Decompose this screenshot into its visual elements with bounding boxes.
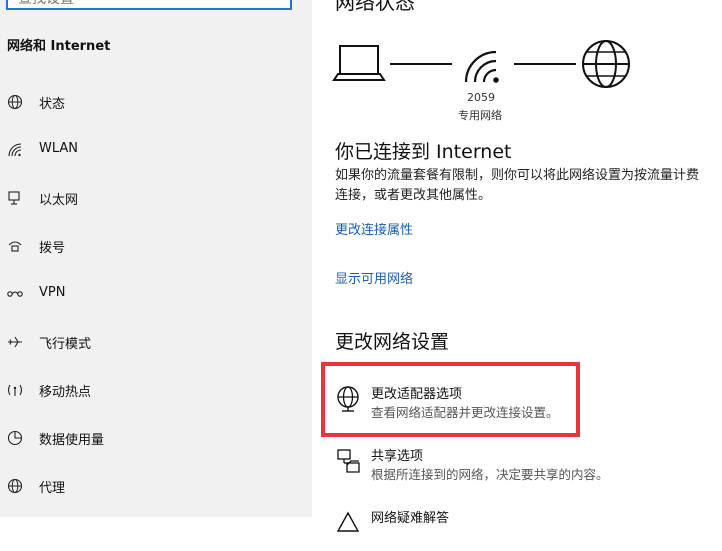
wifi-signal-icon [464, 50, 499, 83]
sharing-options[interactable]: 共享选项 根据所连接到的网络，决定要共享的内容。 [330, 445, 720, 489]
sidebar: 查找设置 网络和 Internet 状态 WLAN 以太网 [0, 0, 312, 517]
wifi-icon [8, 143, 22, 157]
vpn-icon [7, 291, 23, 297]
sidebar-item-proxy[interactable]: 代理 [0, 468, 312, 504]
sidebar-item-vpn[interactable]: VPN [0, 276, 312, 312]
connection-status-title: 你已连接到 Internet [335, 141, 512, 163]
ethernet-icon [8, 191, 20, 205]
connection-description: 连接，或者更改其他属性。 [335, 188, 492, 203]
highlight-box [321, 362, 580, 437]
hotspot-icon [7, 384, 23, 396]
sidebar-item-data-usage[interactable]: 数据使用量 [0, 420, 312, 456]
sidebar-item-label: 以太网 [39, 193, 79, 208]
section-title: 网络和 Internet [7, 39, 111, 54]
network-troubleshooter[interactable]: 网络疑难解答 [330, 507, 720, 551]
sharing-icon [337, 449, 360, 473]
page-title: 网络状态 [335, 0, 415, 14]
sidebar-item-dialup[interactable]: 拨号 [0, 228, 312, 264]
sidebar-item-ethernet[interactable]: 以太网 [0, 180, 312, 216]
network-type: 专用网络 [458, 109, 502, 122]
change-network-settings-title: 更改网络设置 [335, 331, 450, 353]
data-usage-icon [7, 430, 23, 446]
globe-icon [7, 478, 23, 494]
sidebar-item-label: 飞行模式 [39, 337, 92, 352]
search-placeholder: 查找设置 [18, 0, 74, 8]
sidebar-item-status[interactable]: 状态 [0, 84, 312, 120]
connection-description: 如果你的流量套餐有限制，则你可以将此网络设置为按流量计费 [335, 168, 700, 183]
troubleshoot-icon [336, 511, 360, 532]
option-title: 共享选项 [371, 449, 424, 464]
sidebar-item-wlan[interactable]: WLAN [0, 132, 312, 168]
search-input[interactable]: 查找设置 [6, 0, 292, 10]
network-id: 2059 [467, 91, 495, 104]
laptop-icon [332, 45, 386, 81]
show-available-networks-link[interactable]: 显示可用网络 [335, 268, 413, 287]
sidebar-item-label: 移动热点 [39, 385, 92, 400]
sidebar-item-label: 拨号 [39, 241, 66, 256]
internet-globe-icon [582, 40, 630, 88]
sidebar-item-label: 数据使用量 [39, 433, 105, 448]
globe-status-icon [7, 94, 23, 110]
sidebar-item-label: WLAN [39, 141, 79, 156]
airplane-icon [8, 336, 22, 348]
dialup-icon [8, 241, 22, 252]
sidebar-item-airplane[interactable]: 飞行模式 [0, 324, 312, 360]
sidebar-item-label: 代理 [39, 481, 66, 496]
option-description: 根据所连接到的网络，决定要共享的内容。 [371, 467, 609, 482]
sidebar-item-label: 状态 [39, 97, 66, 112]
sidebar-item-label: VPN [39, 285, 66, 300]
change-connection-properties-link[interactable]: 更改连接属性 [335, 219, 413, 238]
sidebar-item-hotspot[interactable]: 移动热点 [0, 372, 312, 408]
